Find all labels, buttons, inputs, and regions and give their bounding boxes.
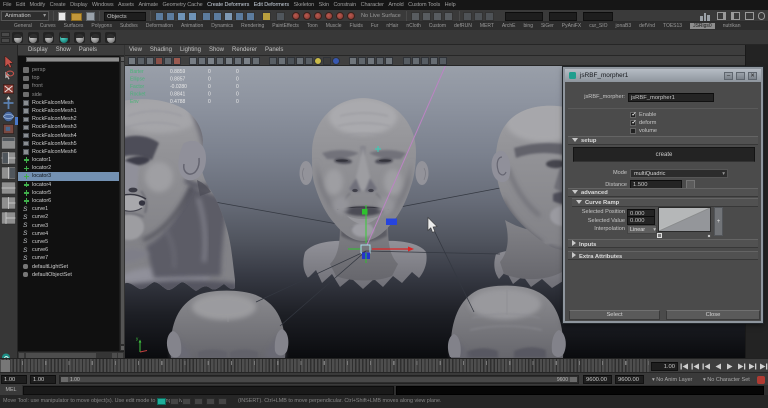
svg-text:Barter: Barter <box>130 69 144 75</box>
svg-text:0.4788: 0.4788 <box>170 99 186 105</box>
svg-text:Rocket: Rocket <box>130 92 146 98</box>
svg-text:Env: Env <box>130 99 139 105</box>
svg-text:0: 0 <box>208 77 211 83</box>
svg-text:0: 0 <box>236 77 239 83</box>
svg-text:0: 0 <box>236 92 239 98</box>
svg-text:Ellipse: Ellipse <box>130 77 145 83</box>
svg-text:0.8859: 0.8859 <box>170 69 186 75</box>
svg-text:-0.0280: -0.0280 <box>170 84 187 90</box>
svg-text:0: 0 <box>208 69 211 75</box>
svg-text:0: 0 <box>236 99 239 105</box>
svg-text:0: 0 <box>236 84 239 90</box>
svg-text:0: 0 <box>236 69 239 75</box>
svg-text:0.8841: 0.8841 <box>170 92 186 98</box>
svg-text:0: 0 <box>208 84 211 90</box>
svg-text:0: 0 <box>208 99 211 105</box>
svg-text:Factor: Factor <box>130 84 145 90</box>
svg-text:0.8857: 0.8857 <box>170 77 186 83</box>
svg-text:0: 0 <box>208 92 211 98</box>
